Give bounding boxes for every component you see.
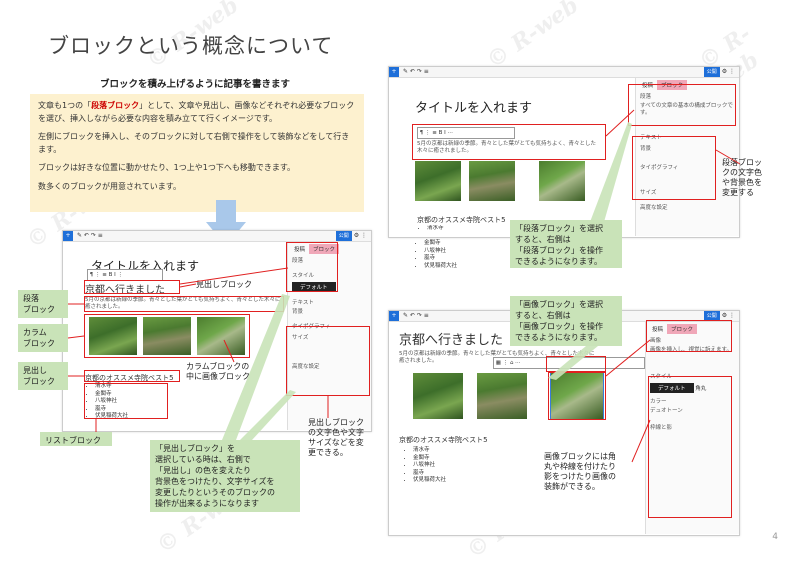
slide: © R-web © R-web © R-web © R-web © R-web … xyxy=(0,0,800,564)
connector-lines-right xyxy=(548,109,741,463)
page-number: 4 xyxy=(772,532,778,542)
